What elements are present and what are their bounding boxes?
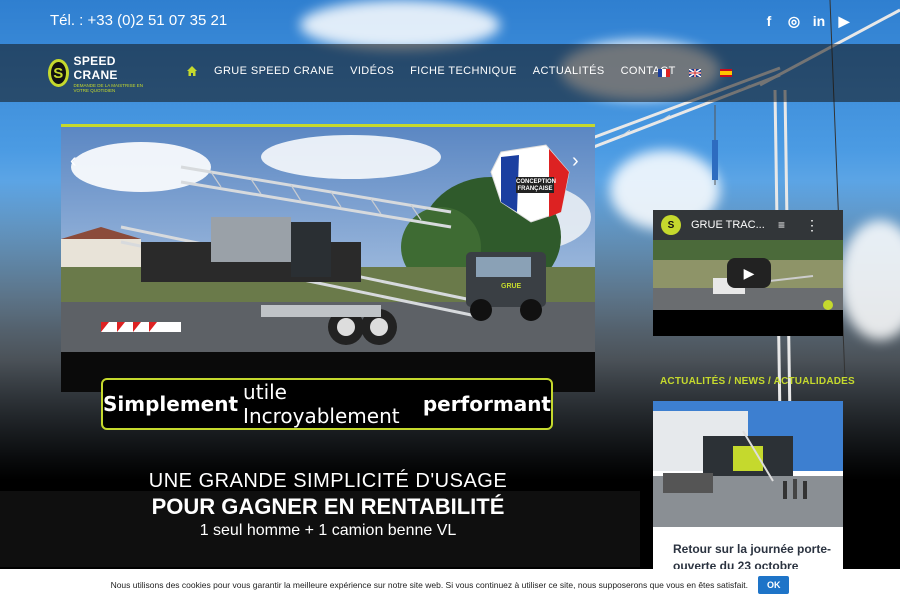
nav-item-grue-speed-crane[interactable]: GRUE SPEED CRANE: [214, 65, 334, 77]
hero-slider[interactable]: CONCEPTION FRANÇAISE GRUE: [61, 124, 595, 392]
slider-prev-button[interactable]: ‹: [70, 150, 77, 173]
tagline-box: Simplement utile Incroyablement performa…: [101, 378, 553, 430]
headline-line3: 1 seul homme + 1 camion benne VL: [199, 522, 457, 539]
headline-line1: UNE GRANDE SIMPLICITÉ D'USAGE: [148, 470, 508, 492]
truck-label: GRUE: [501, 283, 522, 290]
top-bar: Tél. : +33 (0)2 51 07 35 21 f ◎ in ▶: [0, 0, 900, 44]
main-navigation: S SPEED CRANE DEMANDE DE LA MAISTRISE EN…: [0, 44, 900, 102]
logo[interactable]: S SPEED CRANE DEMANDE DE LA MAISTRISE EN…: [48, 53, 148, 93]
video-header: S GRUE TRAC... ≡ ⋮: [653, 210, 843, 240]
flag-es-icon[interactable]: [720, 69, 732, 77]
badge-line2: FRANÇAISE: [517, 186, 553, 192]
badge-line1: CONCEPTION: [516, 179, 557, 185]
playlist-icon[interactable]: ≡: [778, 218, 785, 232]
logo-tagline: DEMANDE DE LA MAISTRISE EN VOTRE QUOTIDI…: [73, 82, 144, 93]
channel-logo[interactable]: S: [661, 215, 681, 235]
home-icon[interactable]: [186, 65, 198, 77]
flag-en-icon[interactable]: [689, 69, 701, 77]
social-links: f ◎ in ▶: [761, 12, 852, 30]
tagline-bold-2: performant: [422, 392, 551, 416]
more-options-icon[interactable]: ⋮: [805, 217, 819, 234]
youtube-icon[interactable]: ▶: [836, 12, 852, 30]
nav-item-videos[interactable]: VIDÉOS: [350, 65, 394, 77]
logo-name: SPEED CRANE: [73, 53, 118, 82]
nav-item-actualites[interactable]: ACTUALITÉS: [533, 65, 605, 77]
cookie-banner: Nous utilisons des cookies pour vous gar…: [0, 569, 900, 600]
cookie-text: Nous utilisons des cookies pour vous gar…: [110, 579, 748, 590]
language-selector: [658, 69, 732, 77]
cookie-ok-button[interactable]: OK: [757, 575, 790, 594]
news-image: [653, 401, 843, 527]
play-button[interactable]: ▶: [727, 258, 771, 288]
flag-fr-icon[interactable]: [658, 69, 670, 77]
nav-item-fiche-technique[interactable]: FICHE TECHNIQUE: [410, 65, 517, 77]
menu: GRUE SPEED CRANE VIDÉOS FICHE TECHNIQUE …: [186, 65, 676, 77]
video-embed[interactable]: S GRUE TRAC... ≡ ⋮ ▶: [653, 210, 843, 336]
video-title[interactable]: GRUE TRAC...: [691, 219, 766, 231]
news-heading[interactable]: ACTUALITÉS / NEWS / ACTUALIDADES: [660, 376, 855, 387]
instagram-icon[interactable]: ◎: [786, 12, 802, 30]
slider-image: [61, 127, 595, 392]
tagline-bold-1: Simplement: [103, 392, 239, 416]
phone-number[interactable]: Tél. : +33 (0)2 51 07 35 21: [50, 12, 227, 29]
linkedin-icon[interactable]: in: [811, 12, 827, 30]
logo-mark: S: [48, 59, 69, 87]
facebook-icon[interactable]: f: [761, 12, 777, 30]
slider-next-button[interactable]: ›: [572, 150, 579, 173]
tagline-light: utile Incroyablement: [243, 380, 400, 428]
headline-line2: POUR GAGNER EN RENTABILITÉ: [151, 494, 505, 519]
